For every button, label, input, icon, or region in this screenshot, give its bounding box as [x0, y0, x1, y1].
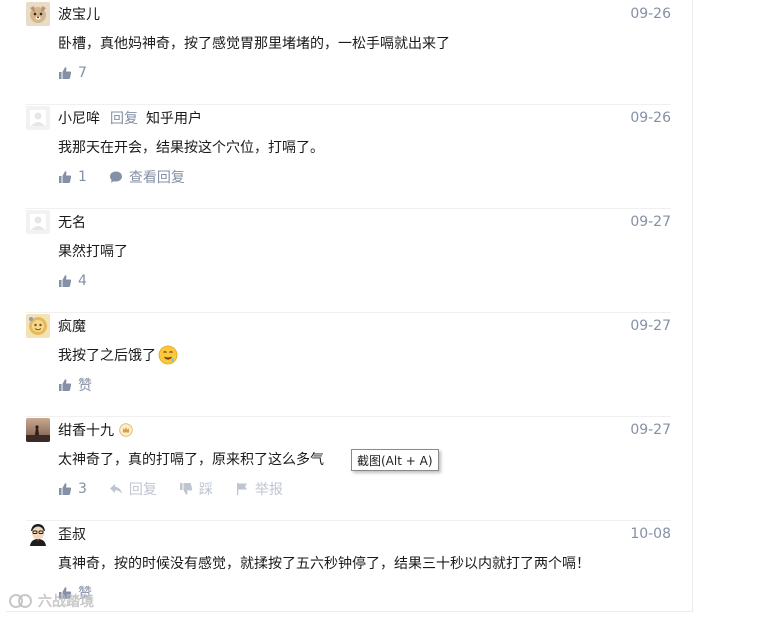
crown-badge-icon — [119, 423, 133, 437]
comment-item: 小尼哞 回复 知乎用户 09-26 我那天在开会，结果按这个穴位，打嗝了。 1 … — [26, 105, 671, 209]
comment-date: 09-26 — [630, 110, 671, 126]
default-avatar-icon[interactable] — [26, 210, 50, 234]
reply-to-user[interactable]: 知乎用户 — [146, 108, 202, 128]
comment-date: 10-08 — [630, 526, 671, 542]
author-name[interactable]: 小尼哞 — [58, 108, 100, 128]
comment-text: 真神奇，按的时候没有感觉，就揉按了五六秒钟停了，结果三十秒以内就打了两个嗝！ — [58, 556, 590, 572]
comment-actions: 1 查看回复 — [58, 167, 207, 187]
comment-author: 小尼哞 回复 知乎用户 — [58, 107, 202, 129]
sunset-avatar-icon[interactable] — [26, 418, 50, 442]
like-button[interactable]: 3 — [58, 481, 87, 497]
comment-author: 绀香十九 — [58, 419, 133, 441]
cartoon-avatar-icon[interactable] — [26, 314, 50, 338]
like-button[interactable]: 1 — [58, 169, 87, 185]
like-count: 4 — [78, 273, 87, 289]
thumbs-up-icon — [59, 67, 72, 79]
like-count: 7 — [78, 65, 87, 81]
comment-actions: 4 — [58, 271, 109, 291]
reply-label: 回复 — [110, 111, 138, 127]
author-name[interactable]: 无名 — [58, 212, 86, 232]
cartoon-man-avatar-icon[interactable] — [26, 522, 50, 546]
comment-text: 太神奇了，真的打嗝了，原来积了这么多气 — [58, 452, 324, 468]
comment-actions: 7 — [58, 63, 109, 83]
dog-avatar-icon[interactable] — [26, 2, 50, 26]
author-name[interactable]: 波宝儿 — [58, 4, 100, 24]
author-name[interactable]: 绀香十九 — [58, 420, 114, 440]
author-name[interactable]: 歪叔 — [58, 524, 86, 544]
flag-icon — [236, 483, 247, 495]
comment-item: 绀香十九 09-27 太神奇了，真的打嗝了，原来积了这么多气 3 回复 踩 举报 — [26, 417, 671, 521]
comment-item: 无名 09-27 果然打嗝了 4 — [26, 209, 671, 313]
comment-date: 09-26 — [630, 6, 671, 22]
thumbs-up-icon — [59, 171, 72, 183]
thumbs-up-icon — [59, 379, 72, 391]
comment-author: 歪叔 — [58, 523, 86, 545]
default-avatar-icon[interactable] — [26, 106, 50, 130]
thumbs-up-icon — [59, 483, 72, 495]
like-count: 3 — [78, 481, 87, 497]
comment-text: 我按了之后饿了 — [58, 343, 178, 367]
comment-date: 09-27 — [630, 318, 671, 334]
comment-text: 果然打嗝了 — [58, 244, 128, 260]
comment-item: 疯魔 09-27 我按了之后饿了 赞 — [26, 313, 671, 417]
reply-label: 回复 — [128, 482, 157, 498]
comment-item: 歪叔 10-08 真神奇，按的时候没有感觉，就揉按了五六秒钟停了，结果三十秒以内… — [26, 521, 671, 617]
comment-text: 卧槽，真他妈神奇，按了感觉胃那里堵堵的，一松手嗝就出来了 — [58, 36, 450, 52]
comment-author: 疯魔 — [58, 315, 86, 337]
comment-date: 09-27 — [630, 214, 671, 230]
comment-actions: 3 回复 踩 举报 — [58, 479, 305, 499]
thumbs-down-icon — [179, 483, 193, 495]
comment-text: 我那天在开会，结果按这个穴位，打嗝了。 — [58, 140, 324, 156]
like-button[interactable]: 赞 — [58, 375, 92, 395]
comment-list-panel: 波宝儿 09-26 卧槽，真他妈神奇，按了感觉胃那里堵堵的，一松手嗝就出来了 7 — [6, 0, 693, 612]
speech-bubble-icon — [109, 171, 122, 183]
comment-text-body: 我按了之后饿了 — [58, 348, 156, 364]
comment-actions: 赞 — [58, 375, 114, 395]
like-button[interactable]: 7 — [58, 65, 87, 81]
like-count: 1 — [78, 169, 87, 185]
comment-author: 波宝儿 — [58, 3, 100, 25]
reply-button[interactable]: 回复 — [109, 479, 157, 499]
thumbs-up-icon — [59, 275, 72, 287]
comment-date: 09-27 — [630, 422, 671, 438]
screenshot-tooltip: 截图(Alt + A) — [351, 449, 439, 471]
comment-item: 波宝儿 09-26 卧槽，真他妈神奇，按了感觉胃那里堵堵的，一松手嗝就出来了 7 — [26, 1, 671, 105]
comment-author: 无名 — [58, 211, 86, 233]
like-button[interactable]: 4 — [58, 273, 87, 289]
drooling-emoji-icon — [158, 345, 178, 365]
view-replies-label: 查看回复 — [128, 170, 185, 186]
like-label: 赞 — [78, 378, 92, 394]
author-name[interactable]: 疯魔 — [58, 316, 86, 336]
view-replies-button[interactable]: 查看回复 — [109, 167, 185, 187]
report-label: 举报 — [254, 482, 283, 498]
watermark-logo-icon — [9, 594, 32, 608]
watermark: 六战踏境 — [8, 591, 94, 611]
dislike-label: 踩 — [198, 482, 213, 498]
report-button[interactable]: 举报 — [235, 479, 283, 499]
dislike-button[interactable]: 踩 — [179, 479, 213, 499]
watermark-text: 六战踏境 — [38, 594, 94, 610]
reply-arrow-icon — [109, 484, 122, 494]
page: 波宝儿 09-26 卧槽，真他妈神奇，按了感觉胃那里堵堵的，一松手嗝就出来了 7 — [0, 0, 768, 617]
